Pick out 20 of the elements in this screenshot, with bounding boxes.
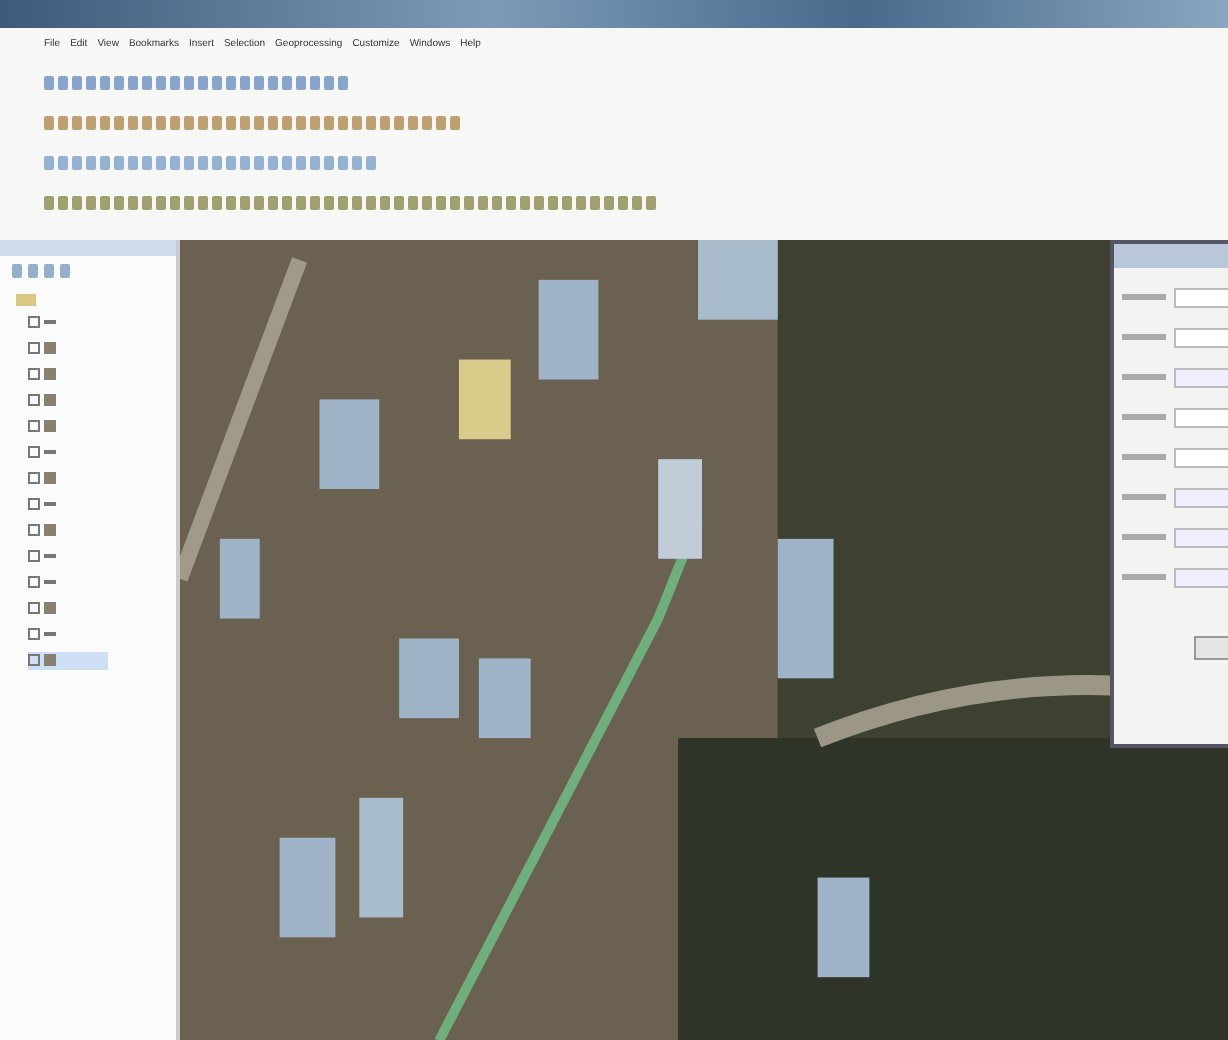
dropdown-field[interactable] [1174, 527, 1228, 548]
layer-item[interactable] [28, 651, 108, 670]
dialog-button[interactable] [1194, 635, 1228, 660]
field-label-placeholder [1122, 574, 1166, 581]
field-label-placeholder [1122, 414, 1166, 421]
field-label-placeholder [1122, 534, 1166, 541]
input-field[interactable] [1174, 447, 1228, 468]
field-label-placeholder [1122, 294, 1166, 301]
field-label-placeholder [1122, 374, 1166, 381]
dropdown-field[interactable] [1174, 487, 1228, 508]
input-field[interactable] [1174, 327, 1228, 348]
dropdown-field[interactable] [1174, 367, 1228, 388]
field-label-placeholder [1122, 454, 1166, 461]
dialog-title-bar [1114, 243, 1228, 268]
folder-icon [16, 293, 36, 306]
input-field[interactable] [1174, 407, 1228, 428]
field-label-placeholder [1122, 334, 1166, 341]
dropdown-field[interactable] [1174, 567, 1228, 588]
input-field[interactable] [1174, 287, 1228, 308]
field-label-placeholder [1122, 494, 1166, 501]
